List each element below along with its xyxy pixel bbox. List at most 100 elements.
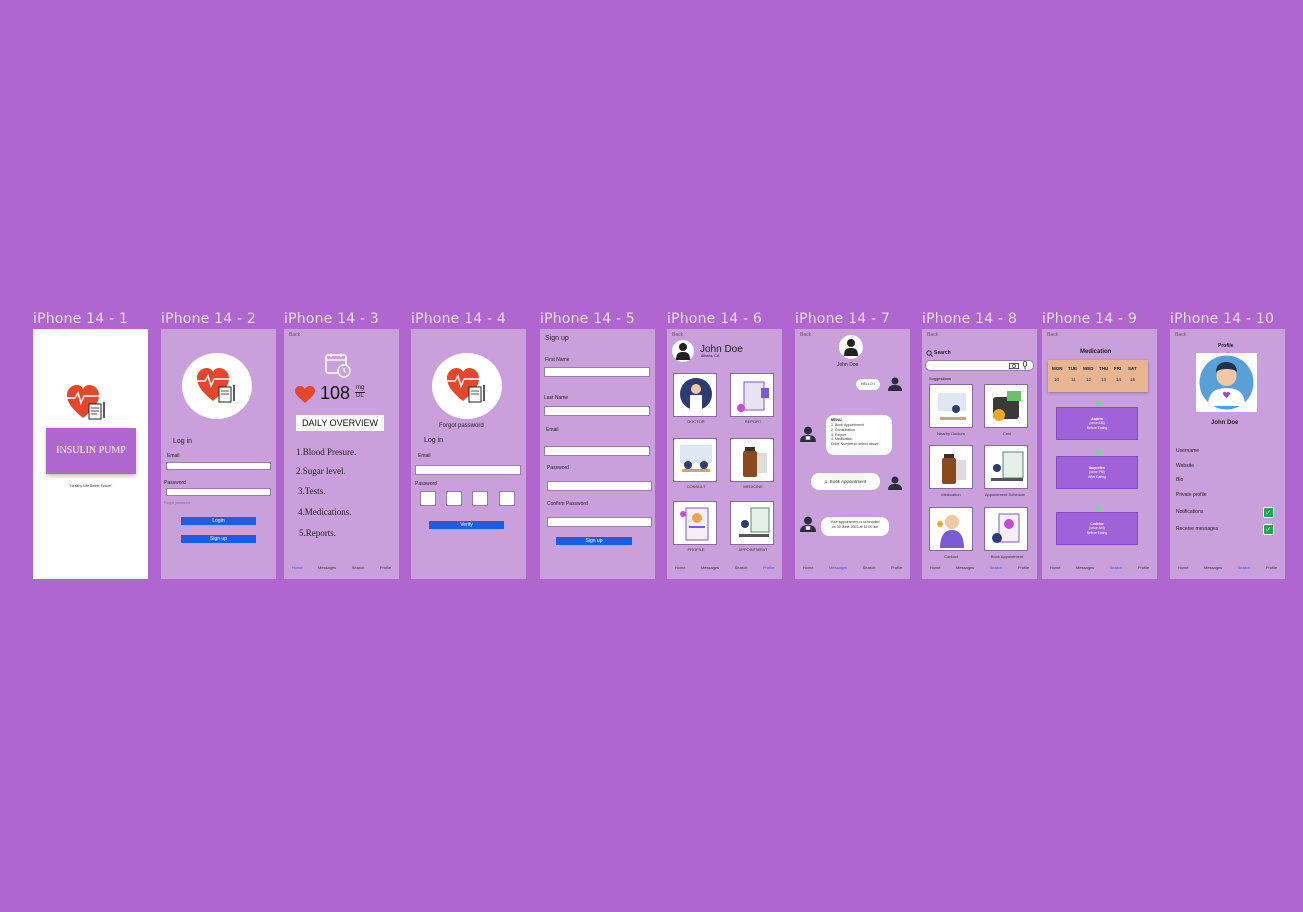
tab-messages[interactable]: Messages: [829, 565, 847, 570]
tab-search[interactable]: Search: [352, 565, 365, 570]
contact-caption: Contact: [944, 554, 958, 559]
tab-search[interactable]: Search: [1110, 565, 1123, 570]
password-field[interactable]: [166, 488, 271, 496]
tab-search[interactable]: Search: [990, 565, 1003, 570]
pill-icon: [1095, 450, 1102, 455]
confirm-password-field[interactable]: [547, 517, 652, 527]
back-button[interactable]: Back: [289, 332, 300, 338]
medicine-tile[interactable]: [730, 438, 774, 482]
medication-tile[interactable]: [929, 445, 973, 489]
username-row[interactable]: Username: [1176, 448, 1199, 454]
tab-home[interactable]: Home: [930, 565, 941, 570]
date-10[interactable]: 10: [1054, 377, 1059, 382]
back-button[interactable]: Back: [1047, 332, 1058, 338]
date-13[interactable]: 13: [1101, 377, 1106, 382]
cost-tile[interactable]: [984, 384, 1028, 428]
suggestions-label: Suggestions: [929, 376, 952, 381]
medication-card[interactable]: Aspirin (once AM) Before Eating: [1056, 407, 1138, 440]
email-field[interactable]: [166, 462, 271, 470]
forgot-password-link[interactable]: Forgot password: [164, 501, 190, 505]
date-12[interactable]: 12: [1086, 377, 1091, 382]
tab-home[interactable]: Home: [675, 565, 686, 570]
frame-label-5: iPhone 14 - 5: [540, 311, 635, 327]
appointment-icon: [739, 507, 770, 537]
back-button[interactable]: Back: [672, 332, 683, 338]
cost-caption: Cost: [1002, 431, 1012, 436]
tab-messages[interactable]: Messages: [956, 565, 974, 570]
consult-tile[interactable]: [673, 438, 717, 482]
insulin-pump-button[interactable]: INSULIN PUMP: [46, 428, 136, 474]
website-row[interactable]: Website: [1176, 463, 1194, 469]
login-button[interactable]: Login: [181, 517, 256, 525]
tab-messages[interactable]: Messages: [318, 565, 336, 570]
signup-button[interactable]: Sign up: [181, 535, 256, 543]
tab-search[interactable]: Search: [863, 565, 876, 570]
back-button[interactable]: Back: [800, 332, 811, 338]
day-thu: THU: [1099, 366, 1109, 371]
tab-profile[interactable]: Profile: [1138, 565, 1149, 570]
book-appointment-tile[interactable]: [984, 507, 1028, 551]
tab-home[interactable]: Home: [1050, 565, 1061, 570]
notifications-checkbox[interactable]: ✓: [1263, 507, 1274, 518]
back-button[interactable]: Back: [927, 332, 938, 338]
tab-bar: Home Messages Search Profile: [284, 565, 399, 570]
tab-search[interactable]: Search: [1238, 565, 1251, 570]
bio-row[interactable]: Bio: [1176, 477, 1183, 483]
profile-avatar-icon: [1199, 355, 1254, 410]
verify-email-field[interactable]: [415, 465, 521, 475]
date-15[interactable]: 15: [1130, 377, 1135, 382]
tab-messages[interactable]: Messages: [1204, 565, 1222, 570]
signup-submit-button[interactable]: Sign up: [556, 537, 632, 545]
first-name-field[interactable]: [544, 367, 650, 377]
medication-card[interactable]: Codeine (once AM) Before Eating: [1056, 512, 1138, 545]
receive-messages-checkbox[interactable]: ✓: [1263, 524, 1274, 535]
tab-messages[interactable]: Messages: [701, 565, 719, 570]
signup-password-field[interactable]: [547, 481, 652, 491]
camera-icon[interactable]: [1009, 362, 1019, 369]
report-tile[interactable]: [730, 373, 774, 417]
day-tue: TUE: [1068, 366, 1077, 371]
last-name-field[interactable]: [544, 406, 650, 416]
appointment-tile[interactable]: [730, 501, 774, 545]
private-profile-row[interactable]: Private profile: [1176, 492, 1207, 498]
code-box-3[interactable]: [472, 491, 488, 506]
tab-profile[interactable]: Profile: [380, 565, 391, 570]
tab-search[interactable]: Search: [735, 565, 748, 570]
day-wed: WED: [1083, 366, 1094, 371]
tab-messages[interactable]: Messages: [1076, 565, 1094, 570]
tab-home[interactable]: Home: [803, 565, 814, 570]
contact-icon: [937, 515, 964, 548]
contact-tile[interactable]: [929, 507, 973, 551]
doctor-tile[interactable]: [673, 373, 717, 417]
appointment-schedule-tile[interactable]: [984, 445, 1028, 489]
tab-profile[interactable]: Profile: [1266, 565, 1277, 570]
tab-home[interactable]: Home: [292, 565, 303, 570]
verify-button[interactable]: Verify: [429, 521, 504, 529]
unit-mg: mg: [356, 385, 365, 391]
daily-overview-title: DAILY OVERVIEW: [296, 415, 384, 431]
date-11[interactable]: 11: [1071, 377, 1076, 382]
frame-splash: INSULIN PUMP "Healthy Life,Better Future…: [33, 329, 148, 579]
microphone-icon[interactable]: [1022, 361, 1028, 370]
medication-card[interactable]: Ibuprofen (once PM) After Eating: [1056, 456, 1138, 489]
signup-password-label: Password: [547, 465, 569, 471]
confirm-line-1: on 30 June 2023 at 11:00 am: [831, 524, 879, 529]
profile-card-icon: [680, 507, 709, 541]
code-box-4[interactable]: [499, 491, 515, 506]
appointment-schedule-icon: [991, 451, 1024, 481]
code-box-2[interactable]: [446, 491, 462, 506]
nearby-doctors-tile[interactable]: [929, 384, 973, 428]
profile-tile[interactable]: [673, 501, 717, 545]
tab-home[interactable]: Home: [1178, 565, 1189, 570]
back-button[interactable]: Back: [1175, 332, 1186, 338]
code-box-1[interactable]: [420, 491, 436, 506]
frame-label-8: iPhone 14 - 8: [922, 311, 1017, 327]
book-appointment-caption: Book Appointment: [990, 554, 1024, 559]
tab-profile[interactable]: Profile: [891, 565, 902, 570]
verify-login-heading: Log in: [424, 437, 444, 444]
day-mon: MON: [1052, 366, 1063, 371]
date-14[interactable]: 14: [1116, 377, 1121, 382]
tab-profile[interactable]: Profile: [763, 565, 774, 570]
signup-email-field[interactable]: [544, 446, 650, 456]
tab-profile[interactable]: Profile: [1018, 565, 1029, 570]
